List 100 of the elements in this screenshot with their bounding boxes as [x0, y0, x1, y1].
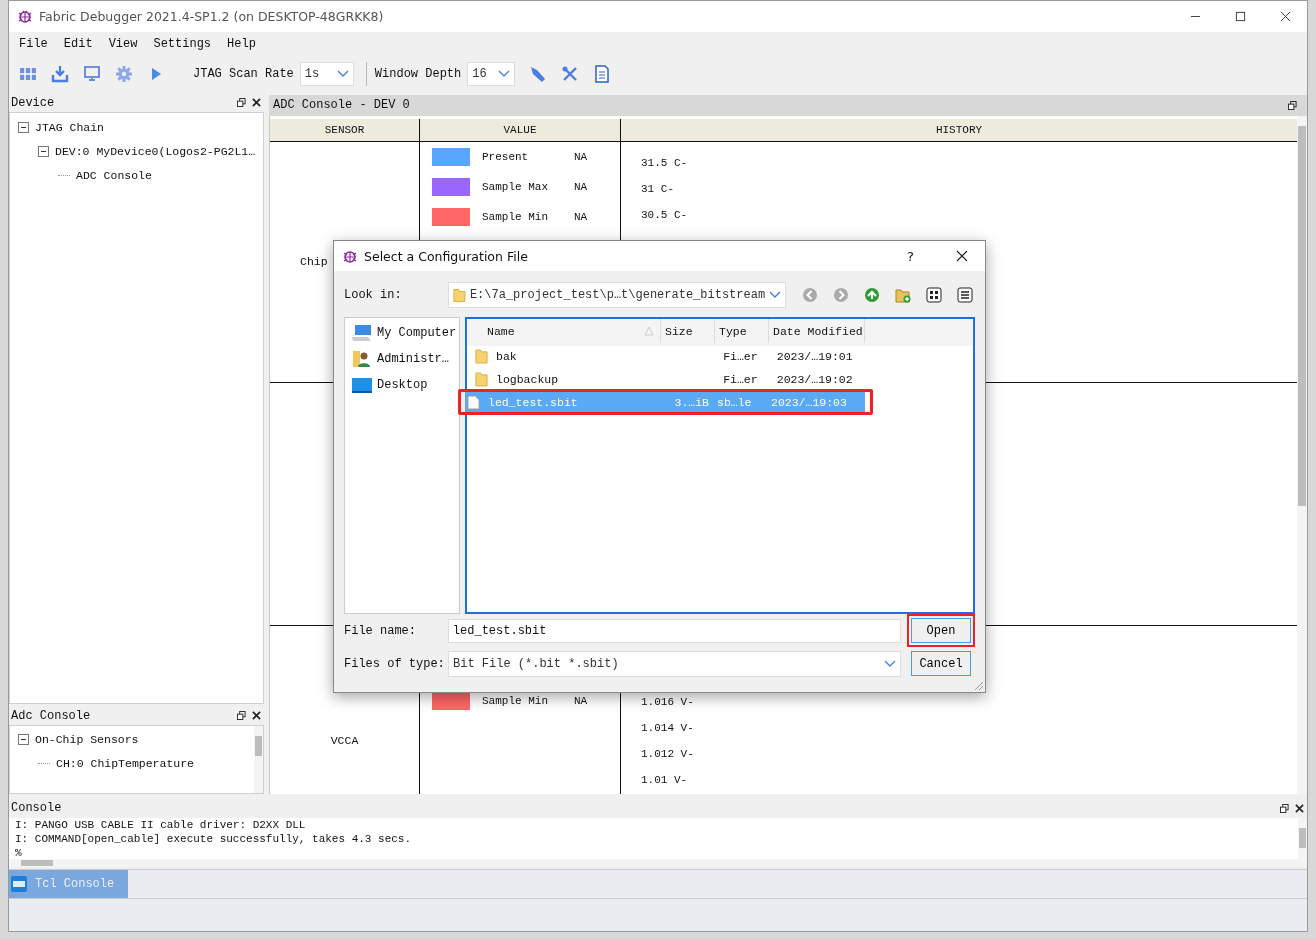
back-icon[interactable] — [802, 287, 818, 303]
file-type-label: Files of type: — [344, 656, 440, 671]
scrollbar[interactable] — [1297, 115, 1307, 795]
legend-value: NA — [574, 210, 588, 223]
menu-item[interactable]: View — [100, 36, 146, 51]
column-header[interactable]: Size — [661, 319, 715, 343]
column-header: HISTORY — [934, 122, 984, 138]
file-row[interactable]: logbackup Fi…er 2023/…19:02 — [473, 369, 868, 389]
menu-item[interactable]: Help — [219, 36, 264, 51]
place-item[interactable]: My Computer — [345, 320, 459, 346]
history-value: 1.016 V- — [641, 694, 695, 710]
menu-item[interactable]: File — [11, 36, 56, 51]
chevron-icon — [769, 291, 781, 299]
float-icon[interactable] — [1280, 803, 1289, 813]
file-type-select[interactable]: Bit File (*.bit *.sbit) — [448, 650, 901, 677]
tree-item[interactable]: ADC Console — [76, 169, 152, 183]
history-value: 1.012 V- — [641, 746, 695, 762]
look-in-label: Look in: — [344, 288, 403, 302]
file-row[interactable]: bak Fi…er 2023/…19:01 — [473, 346, 868, 366]
place-item[interactable]: Administr… — [345, 346, 459, 372]
legend-label: Sample Min — [482, 210, 549, 223]
chevron-icon — [336, 69, 349, 78]
tcl-icon — [11, 876, 27, 893]
file-name-field[interactable]: led_test.sbit — [447, 618, 901, 643]
window-title: Fabric Debugger 2021.4-SP1.2 (on DESKTOP-48GRKK8) — [39, 8, 384, 24]
look-in-select[interactable]: E:\7a_project_test\p…t\generate_bitstream — [448, 282, 786, 308]
float-icon[interactable] — [237, 98, 246, 108]
scrollbar[interactable] — [1298, 818, 1307, 860]
new-folder-icon[interactable] — [895, 287, 911, 303]
sensor-name: VCCA — [330, 733, 359, 747]
legend-value: NA — [574, 694, 588, 707]
float-icon[interactable] — [1288, 100, 1297, 110]
scan-rate-select[interactable]: 1s — [299, 61, 354, 86]
collapse-toggle-icon[interactable] — [38, 146, 49, 158]
dialog-title: Select a Configuration File — [364, 248, 528, 264]
legend-value: NA — [574, 180, 588, 193]
computer-icon — [351, 324, 373, 342]
list-view-icon[interactable] — [957, 287, 973, 303]
panel-title: Device — [11, 95, 55, 110]
scan-rate-label: JTAG Scan Rate — [193, 66, 294, 81]
file-name-label: File name: — [344, 623, 417, 638]
close-icon[interactable] — [1280, 10, 1291, 22]
resize-grip-icon[interactable] — [972, 679, 984, 691]
console-line: I: COMMAND[open_cable] execute successfully, takes 4.3 secs. — [15, 832, 413, 847]
folder-icon — [453, 287, 466, 303]
history-value: 1.01 V- — [641, 772, 689, 788]
tree-item[interactable]: JTAG Chain — [35, 121, 104, 135]
close-icon[interactable] — [252, 98, 261, 108]
panel-title: Console — [11, 801, 62, 816]
legend-value: NA — [574, 150, 588, 163]
panel-title: ADC Console - DEV 0 — [273, 98, 410, 113]
desktop-icon — [351, 376, 373, 394]
collapse-toggle-icon[interactable] — [18, 734, 29, 746]
folder-icon — [475, 348, 488, 364]
help-button[interactable]: ? — [907, 248, 914, 264]
column-header[interactable]: Date Modified — [769, 319, 865, 343]
sensor-name: Chip — [300, 255, 328, 269]
cancel-button[interactable]: Cancel — [911, 651, 971, 676]
user-folder-icon — [351, 350, 373, 368]
console-line: I: PANGO USB CABLE II cable driver: D2XX DLL — [15, 818, 307, 833]
legend-label: Sample Max — [482, 180, 549, 193]
place-item[interactable]: Desktop — [345, 372, 459, 398]
bug-icon — [342, 248, 358, 264]
file-icon — [467, 394, 480, 410]
panel-title: Adc Console — [11, 708, 91, 723]
collapse-toggle-icon[interactable] — [18, 122, 29, 134]
scrollbar[interactable] — [254, 725, 263, 794]
scrollbar[interactable] — [9, 859, 1307, 868]
chevron-icon — [498, 69, 511, 78]
float-icon[interactable] — [237, 711, 246, 721]
folder-icon — [475, 371, 488, 387]
window-depth-label: Window Depth — [374, 66, 462, 81]
column-header[interactable]: Name — [467, 319, 661, 343]
column-header: VALUE — [420, 118, 621, 141]
history-value: 31.5 C- — [641, 155, 689, 171]
menu-item[interactable]: Edit — [55, 36, 101, 51]
sort-icon — [644, 326, 654, 336]
console-line: % — [15, 846, 23, 860]
close-icon[interactable] — [956, 250, 968, 262]
column-header: SENSOR — [270, 118, 420, 141]
open-button[interactable]: Open — [911, 618, 971, 643]
close-icon[interactable] — [252, 711, 261, 721]
history-value: 31 C- — [641, 181, 675, 197]
legend-label: Present — [482, 150, 530, 163]
history-value: 1.014 V- — [641, 720, 695, 736]
maximize-icon[interactable] — [1235, 10, 1246, 22]
icon-view-icon[interactable] — [926, 287, 942, 303]
tree-item[interactable]: CH:0 ChipTemperature — [56, 757, 195, 771]
tree-item[interactable]: On-Chip Sensors — [35, 733, 139, 747]
legend-label: Sample Min — [482, 694, 549, 707]
menu-item[interactable]: Settings — [145, 36, 220, 51]
close-icon[interactable] — [1295, 803, 1304, 813]
bug-icon — [17, 8, 33, 25]
window-depth-select[interactable]: 16 — [467, 61, 516, 86]
history-value: 30.5 C- — [641, 207, 689, 223]
chevron-icon — [884, 659, 896, 668]
forward-icon[interactable] — [833, 287, 849, 303]
column-header[interactable]: Type — [715, 319, 769, 343]
up-icon[interactable] — [864, 287, 880, 303]
tree-item[interactable]: DEV:0 MyDevice0(Logos2-PG2L1… — [55, 145, 256, 159]
